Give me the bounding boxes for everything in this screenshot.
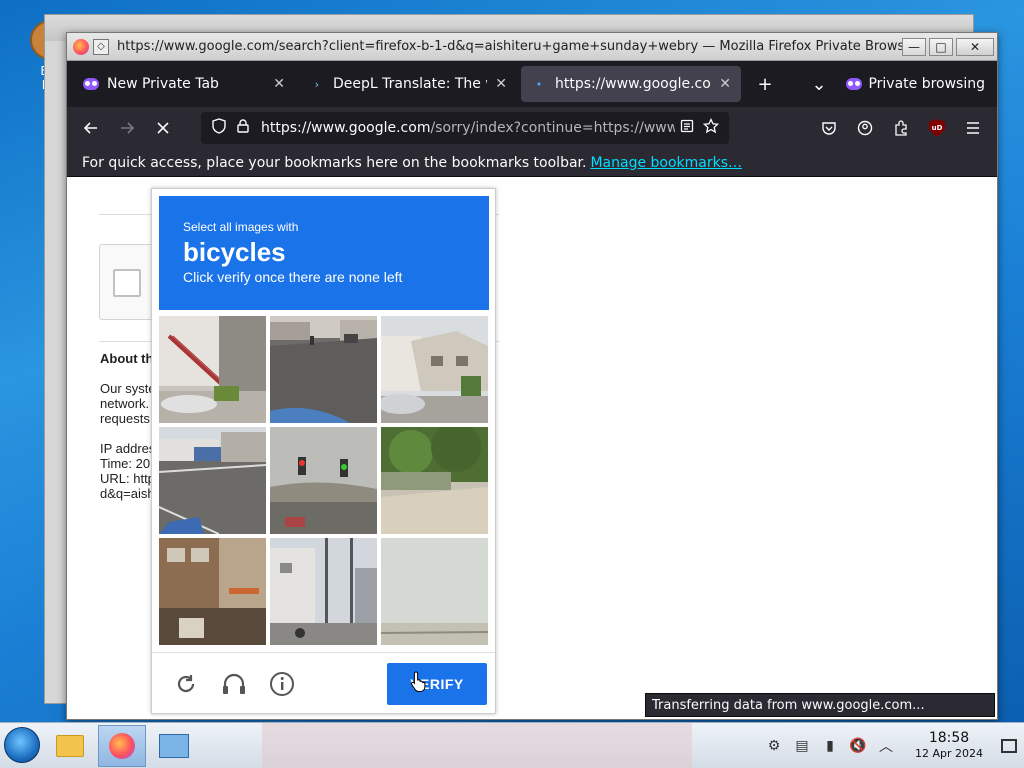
stop-icon (157, 122, 169, 134)
tab-label: New Private Tab (107, 76, 219, 92)
bookmarks-hint: For quick access, place your bookmarks h… (82, 154, 587, 171)
recaptcha-checkbox[interactable] (113, 269, 141, 297)
hand-cursor-icon (411, 671, 426, 692)
tab-deepl[interactable]: › DeepL Translate: The wo ✕ (299, 66, 517, 102)
lock-icon[interactable] (231, 119, 255, 137)
taskbar-window-preview (262, 723, 692, 768)
challenge-subtext: Click verify once there are none left (183, 269, 403, 285)
challenge-header: Select all images with bicycles Click ve… (159, 196, 489, 310)
tracking-shield-icon[interactable] (207, 118, 231, 138)
deepl-icon: › (314, 77, 320, 91)
about-text-1: Our syste (100, 381, 156, 396)
forward-button[interactable] (109, 112, 145, 144)
pocket-icon[interactable] (811, 112, 847, 144)
system-tray: ⚙ ▤ ▮ 🔇 ︿ 18:58 12 Apr 2024 (760, 723, 1024, 768)
tab-strip: New Private Tab ✕ › DeepL Translate: The… (67, 61, 997, 107)
ip-address-line: IP addres (100, 441, 156, 456)
new-tab-button[interactable]: + (745, 74, 785, 95)
window-titlebar[interactable]: ◇ https://www.google.com/search?client=f… (67, 33, 997, 61)
firefox-icon (109, 733, 135, 759)
reader-view-icon[interactable] (675, 119, 699, 137)
tab-label: https://www.google.com/ (555, 76, 711, 92)
firefox-icon (73, 38, 89, 55)
file-manager-taskbar-button[interactable] (46, 725, 94, 767)
manage-bookmarks-link[interactable]: Manage bookmarks… (590, 155, 742, 171)
folder-icon (56, 735, 84, 757)
challenge-tile-parking-lot[interactable] (159, 427, 266, 534)
challenge-instruction: Select all images with (183, 220, 299, 234)
address-bar[interactable]: https://www.google.com/sorry/index?conti… (201, 112, 729, 144)
url-path: /sorry/index?continue=https://www.g (430, 120, 675, 136)
firefox-taskbar-button[interactable] (98, 725, 146, 767)
challenge-tile-bushes-fence[interactable] (381, 427, 488, 534)
status-bar: Transferring data from www.google.com... (645, 693, 995, 717)
extensions-icon[interactable] (883, 112, 919, 144)
tab-new-private[interactable]: New Private Tab ✕ (73, 66, 295, 102)
clock-date: 12 Apr 2024 (914, 747, 983, 760)
clock[interactable]: 18:58 12 Apr 2024 (904, 731, 994, 761)
url-text[interactable]: https://www.google.com/sorry/index?conti… (255, 120, 675, 136)
account-icon[interactable] (847, 112, 883, 144)
challenge-tile-road-motorbike[interactable] (270, 316, 377, 423)
info-icon[interactable] (266, 668, 298, 700)
tab-label: DeepL Translate: The wo (333, 76, 487, 92)
minimize-button[interactable]: — (902, 37, 926, 56)
verify-button[interactable]: VERIFY (387, 663, 487, 705)
challenge-tile-foggy-field[interactable] (381, 538, 488, 645)
audio-challenge-icon[interactable] (218, 668, 250, 700)
back-arrow-icon (83, 122, 97, 134)
back-button[interactable] (73, 112, 109, 144)
clock-time: 18:58 (928, 730, 970, 746)
about-text-3: requests (100, 411, 150, 426)
maximize-button[interactable]: □ (929, 37, 953, 56)
private-mask-icon (83, 76, 99, 92)
url-host: https://www.google.com (261, 120, 431, 136)
network-taskbar-button[interactable] (150, 725, 198, 767)
bookmarks-toolbar: For quick access, place your bookmarks h… (67, 149, 997, 177)
tray-expand-icon[interactable]: ︿ (872, 735, 900, 757)
close-tab-icon[interactable]: ✕ (719, 76, 731, 92)
ublock-origin-icon[interactable]: uD (919, 112, 955, 144)
recaptcha-challenge: Select all images with bicycles Click ve… (151, 188, 496, 714)
clipboard-icon[interactable]: ▤ (788, 735, 816, 757)
close-button[interactable]: ✕ (956, 37, 994, 56)
loading-icon: • (535, 77, 543, 91)
challenge-tile-shop-building[interactable] (159, 538, 266, 645)
bookmark-star-icon[interactable] (699, 117, 723, 138)
show-desktop-button[interactable] (994, 723, 1024, 768)
about-text-2: network. (100, 396, 150, 411)
challenge-image-grid (159, 316, 489, 646)
private-browsing-label: Private browsing (868, 76, 985, 92)
url-line: URL: http (100, 471, 155, 486)
forward-arrow-icon (121, 122, 135, 134)
volume-muted-icon[interactable]: 🔇 (844, 735, 872, 757)
close-tab-icon[interactable]: ✕ (273, 76, 285, 92)
hamburger-menu-icon[interactable] (955, 112, 991, 144)
tab-google[interactable]: • https://www.google.com/ ✕ (521, 66, 741, 102)
reload-challenge-icon[interactable] (170, 668, 202, 700)
challenge-target: bicycles (183, 237, 286, 267)
list-all-tabs-button[interactable]: ⌄ (799, 74, 839, 95)
challenge-tile-street-stairs[interactable] (159, 316, 266, 423)
url-line-2: d&q=aish (100, 486, 155, 501)
challenge-tile-houses-car[interactable] (381, 316, 488, 423)
challenge-footer: VERIFY (152, 652, 495, 714)
private-browsing-indicator: Private browsing (846, 76, 997, 92)
navigation-toolbar: https://www.google.com/sorry/index?conti… (67, 107, 997, 149)
start-button[interactable] (4, 727, 40, 763)
private-mask-icon (846, 78, 863, 90)
notification-icon[interactable]: ⚙ (760, 735, 788, 757)
close-tab-icon[interactable]: ✕ (495, 76, 507, 92)
challenge-tile-street-poles[interactable] (270, 538, 377, 645)
network-monitor-icon (159, 734, 189, 758)
toolbar-actions: uD (811, 112, 991, 144)
time-line: Time: 20 (100, 456, 151, 471)
taskbar: ⚙ ▤ ▮ 🔇 ︿ 18:58 12 Apr 2024 (0, 722, 1024, 768)
window-menu-icon[interactable]: ◇ (93, 38, 109, 55)
window-title: https://www.google.com/search?client=fir… (117, 39, 902, 54)
battery-icon[interactable]: ▮ (816, 735, 844, 757)
challenge-tile-traffic-lights[interactable] (270, 427, 377, 534)
stop-button[interactable] (145, 112, 181, 144)
